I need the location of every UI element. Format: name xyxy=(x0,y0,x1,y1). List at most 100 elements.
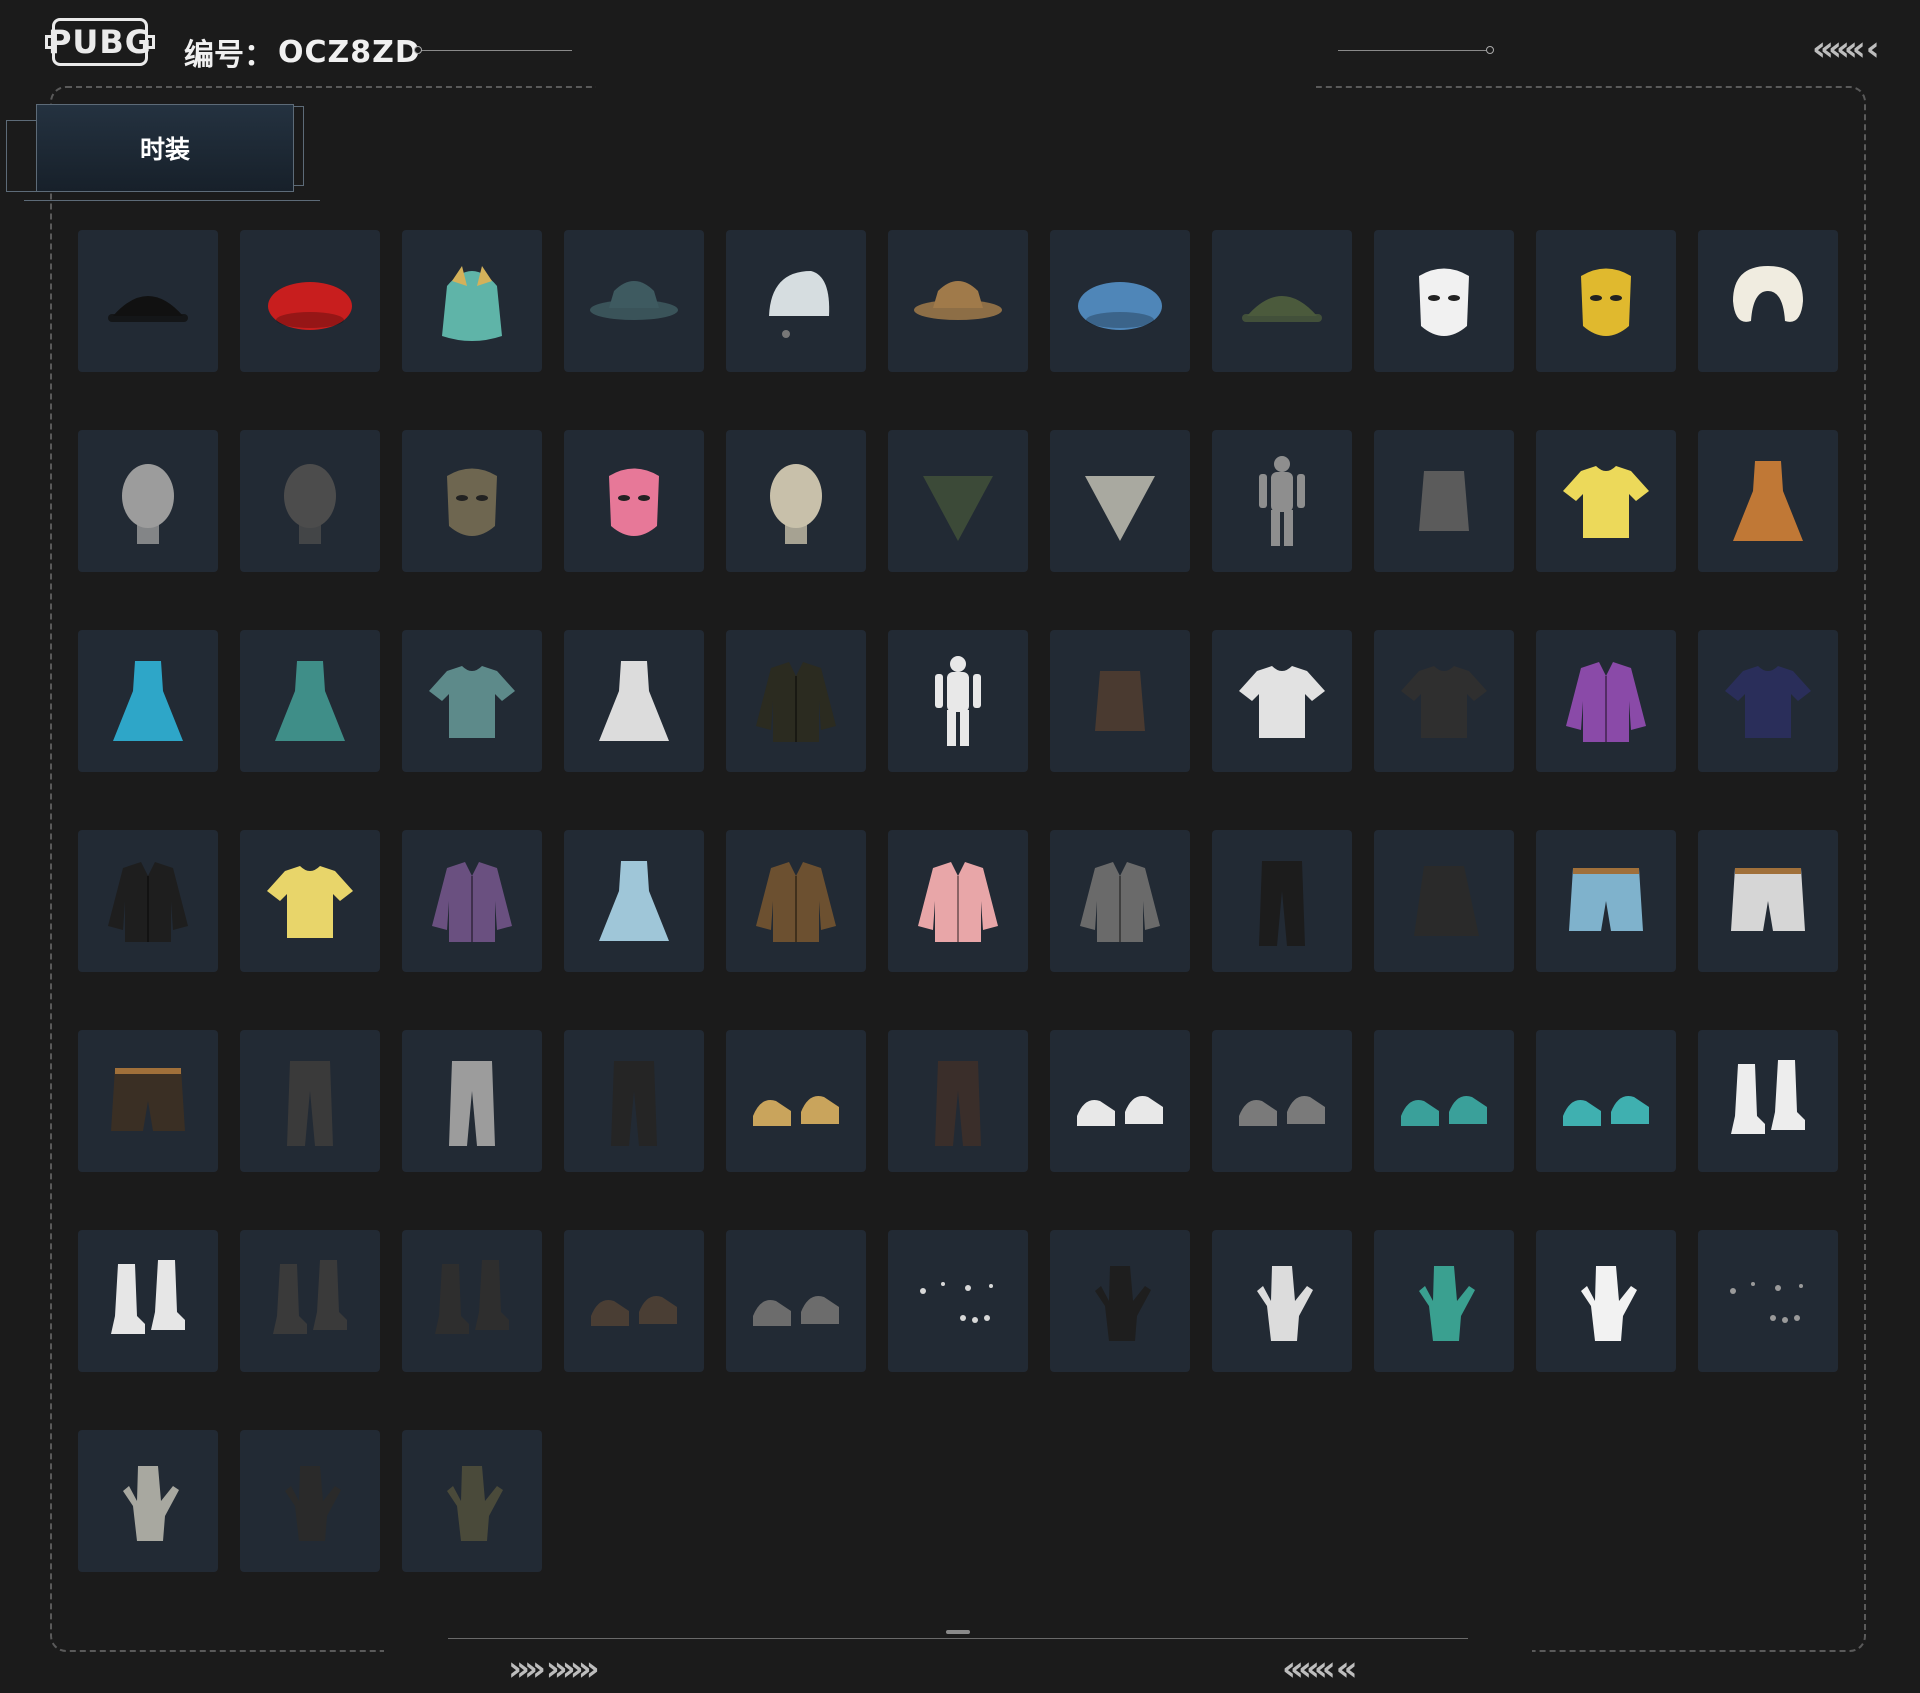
black-jacket-gold-icon xyxy=(756,662,836,742)
item-tile[interactable] xyxy=(1698,830,1838,972)
leather-vest-icon xyxy=(1095,671,1145,731)
item-tile[interactable] xyxy=(78,630,218,772)
item-tile[interactable] xyxy=(888,630,1028,772)
grey-chelsea-boots-icon xyxy=(753,1296,839,1326)
item-tile[interactable] xyxy=(726,1030,866,1172)
grey-jeans-icon xyxy=(287,1061,333,1146)
teal-boots-icon xyxy=(1401,1096,1487,1126)
item-tile[interactable] xyxy=(888,430,1028,572)
gold-mask-icon xyxy=(1581,268,1631,336)
item-tile[interactable] xyxy=(402,1430,542,1572)
item-tile[interactable] xyxy=(1374,230,1514,372)
item-tile[interactable] xyxy=(1698,1230,1838,1372)
white-outfit-icon xyxy=(599,661,669,741)
item-tile[interactable] xyxy=(1212,630,1352,772)
item-tile[interactable] xyxy=(1536,1030,1676,1172)
chicken-mask-icon xyxy=(1419,268,1469,336)
item-tile[interactable] xyxy=(402,430,542,572)
item-tile[interactable] xyxy=(402,230,542,372)
item-tile[interactable] xyxy=(1212,1030,1352,1172)
item-tile[interactable] xyxy=(564,830,704,972)
item-tile[interactable] xyxy=(1212,1230,1352,1372)
item-tile[interactable] xyxy=(1212,430,1352,572)
item-tile[interactable] xyxy=(564,430,704,572)
item-tile[interactable] xyxy=(402,1230,542,1372)
item-tile[interactable] xyxy=(78,230,218,372)
item-tile[interactable] xyxy=(1698,630,1838,772)
header-dot-left xyxy=(414,46,422,54)
item-tile[interactable] xyxy=(1374,1030,1514,1172)
item-tile[interactable] xyxy=(1374,430,1514,572)
item-tile[interactable] xyxy=(1050,630,1190,772)
scroll-indicator[interactable] xyxy=(946,1630,970,1634)
item-tile[interactable] xyxy=(1374,830,1514,972)
item-tile[interactable] xyxy=(726,630,866,772)
item-tile[interactable] xyxy=(1374,630,1514,772)
item-tile[interactable] xyxy=(1050,830,1190,972)
item-tile[interactable] xyxy=(564,230,704,372)
chevrons-bottom-right-icon: ««« « xyxy=(1282,1649,1358,1689)
item-tile[interactable] xyxy=(888,230,1028,372)
grey-joggers-icon xyxy=(449,1061,495,1146)
item-tile[interactable] xyxy=(402,1030,542,1172)
item-tile[interactable] xyxy=(1050,230,1190,372)
pubg-logo: PUBG xyxy=(45,18,155,66)
account-code: 编号： OCZ8ZD xyxy=(184,30,421,74)
item-tile[interactable] xyxy=(888,1230,1028,1372)
item-tile[interactable] xyxy=(1536,1230,1676,1372)
item-tile[interactable] xyxy=(402,630,542,772)
full-suit-icon xyxy=(1259,456,1305,546)
yellow-sweater-icon xyxy=(267,866,353,938)
fur-boots-icon xyxy=(435,1260,509,1334)
item-tile[interactable] xyxy=(78,830,218,972)
white-beanie-icon xyxy=(769,271,830,338)
teal-fingerless-gloves-icon xyxy=(1419,1266,1475,1341)
item-tile[interactable] xyxy=(564,1030,704,1172)
item-tile[interactable] xyxy=(1698,230,1838,372)
item-tile[interactable] xyxy=(240,830,380,972)
item-tile[interactable] xyxy=(1212,230,1352,372)
item-grid xyxy=(78,230,1838,1572)
pink-hoodie-icon xyxy=(918,862,998,942)
item-tile[interactable] xyxy=(1536,630,1676,772)
item-tile[interactable] xyxy=(78,1430,218,1572)
item-tile[interactable] xyxy=(1536,230,1676,372)
header-dot-right xyxy=(1486,46,1494,54)
item-tile[interactable] xyxy=(78,430,218,572)
item-tile[interactable] xyxy=(564,1230,704,1372)
bandana-checkered-icon xyxy=(1085,476,1155,541)
item-tile[interactable] xyxy=(888,1030,1028,1172)
item-tile[interactable] xyxy=(1698,1030,1838,1172)
item-tile[interactable] xyxy=(726,830,866,972)
item-tile[interactable] xyxy=(1050,1030,1190,1172)
item-tile[interactable] xyxy=(78,1230,218,1372)
item-tile[interactable] xyxy=(1374,1230,1514,1372)
item-tile[interactable] xyxy=(240,230,380,372)
item-tile[interactable] xyxy=(240,630,380,772)
item-tile[interactable] xyxy=(240,1230,380,1372)
item-tile[interactable] xyxy=(1536,430,1676,572)
black-leggings-icon xyxy=(611,1061,657,1146)
item-tile[interactable] xyxy=(240,1030,380,1172)
spotted-outfit-icon xyxy=(935,656,981,746)
black-hoodie-icon xyxy=(108,862,188,942)
item-tile[interactable] xyxy=(402,830,542,972)
item-tile[interactable] xyxy=(564,630,704,772)
blue-plaid-beret-icon xyxy=(1078,282,1162,330)
item-tile[interactable] xyxy=(726,1230,866,1372)
item-tile[interactable] xyxy=(240,430,380,572)
white-gloves-icon xyxy=(1581,1266,1637,1341)
item-tile[interactable] xyxy=(888,830,1028,972)
item-tile[interactable] xyxy=(1050,1230,1190,1372)
item-tile[interactable] xyxy=(726,430,866,572)
tan-boots-icon xyxy=(753,1096,839,1126)
item-tile[interactable] xyxy=(726,230,866,372)
item-tile[interactable] xyxy=(1698,430,1838,572)
item-tile[interactable] xyxy=(78,1030,218,1172)
item-tile[interactable] xyxy=(1050,430,1190,572)
item-tile[interactable] xyxy=(240,1430,380,1572)
item-tile[interactable] xyxy=(1212,830,1352,972)
tab-decoration xyxy=(294,106,304,186)
tab-fashion[interactable]: 时装 xyxy=(36,104,294,192)
item-tile[interactable] xyxy=(1536,830,1676,972)
